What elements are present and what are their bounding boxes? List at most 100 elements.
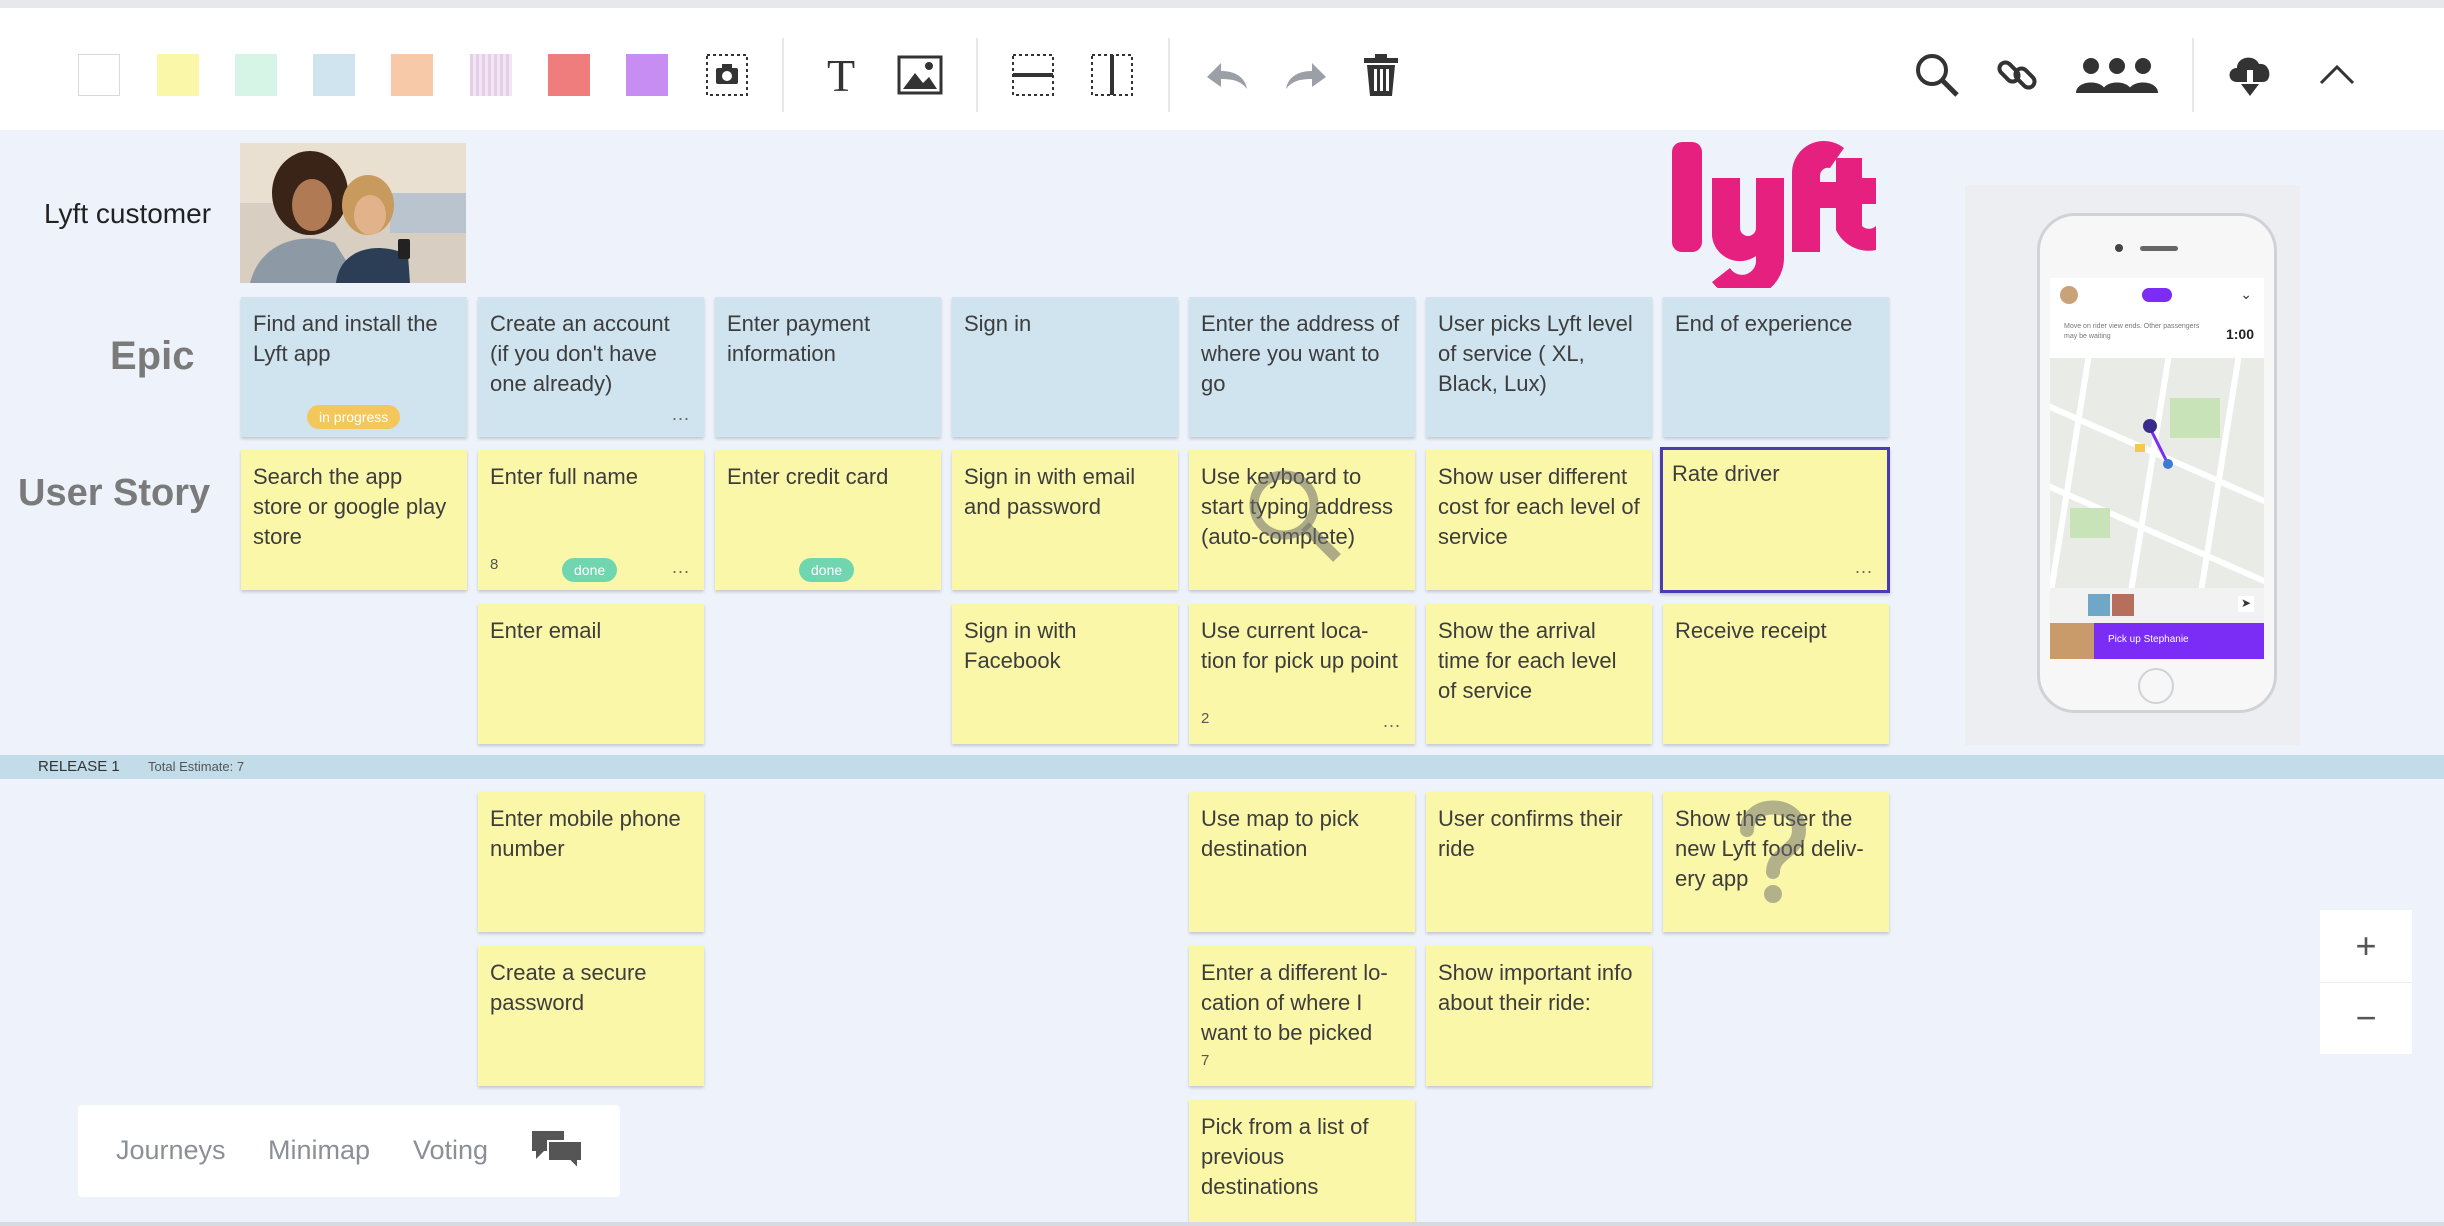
swatch-white[interactable] <box>78 54 120 96</box>
swatch-lilac[interactable] <box>470 54 512 96</box>
avatar <box>2112 594 2134 616</box>
story-card[interactable]: Enter email <box>478 604 704 744</box>
story-card[interactable]: Use keyboard to start typing address (au… <box>1189 450 1415 590</box>
collapse-icon[interactable] <box>2310 48 2364 102</box>
more-icon[interactable]: ... <box>672 399 690 429</box>
search-icon[interactable] <box>1910 48 1964 102</box>
phone-screen: ⌄ Move on rider view ends. Other passeng… <box>2050 278 2264 659</box>
card-text: End of experience <box>1675 311 1853 336</box>
story-card-selected[interactable]: Rate driver ... <box>1660 447 1890 593</box>
epic-card[interactable]: End of experience <box>1663 297 1889 437</box>
horizontal-divider-icon[interactable] <box>1006 48 1060 102</box>
phone-mockup: ⌄ Move on rider view ends. Other passeng… <box>1965 185 2300 745</box>
app-header: ⌄ <box>2050 278 2264 313</box>
card-text: Sign in with Facebook <box>964 618 1077 673</box>
map-controls: ➤ <box>2050 588 2264 623</box>
card-text: Search the app store or google play stor… <box>253 464 447 549</box>
avatar <box>2050 623 2094 659</box>
vertical-divider-icon[interactable] <box>1085 48 1139 102</box>
story-card[interactable]: Receive receipt <box>1663 604 1889 744</box>
swatch-mint[interactable] <box>235 54 277 96</box>
story-card[interactable]: Use current loca-tion for pick up point … <box>1189 604 1415 744</box>
camera-icon[interactable] <box>700 48 754 102</box>
release-divider[interactable]: RELEASE 1 Total Estimate: 7 <box>0 755 2444 779</box>
story-card[interactable]: Sign in with Facebook <box>952 604 1178 744</box>
story-card[interactable]: Search the app store or google play stor… <box>241 450 467 590</box>
swatch-blue[interactable] <box>313 54 355 96</box>
swatch-orange[interactable] <box>391 54 433 96</box>
more-icon[interactable]: ... <box>1855 552 1873 582</box>
redo-icon[interactable] <box>1279 48 1333 102</box>
story-card[interactable]: Enter a different lo-cation of where I w… <box>1189 946 1415 1086</box>
toolbar-separator <box>976 38 978 112</box>
tab-voting[interactable]: Voting <box>413 1135 488 1166</box>
users-icon[interactable] <box>2072 48 2162 102</box>
card-text: Pick from a list of previous destination… <box>1201 1114 1369 1199</box>
swatch-purple[interactable] <box>626 54 668 96</box>
avatar <box>2060 286 2078 304</box>
phone-speaker <box>2140 246 2178 251</box>
story-card[interactable]: Show the user the new Lyft food deliv-er… <box>1663 792 1889 932</box>
tab-minimap[interactable]: Minimap <box>268 1135 370 1166</box>
status-badge: done <box>799 558 855 582</box>
zoom-out-button[interactable]: − <box>2320 982 2412 1054</box>
swatch-yellow[interactable] <box>157 54 199 96</box>
epic-card[interactable]: User picks Lyft level of service ( XL, B… <box>1426 297 1652 437</box>
epic-card[interactable]: Find and install the Lyft app in progres… <box>241 297 467 437</box>
story-card[interactable]: User confirms their ride <box>1426 792 1652 932</box>
status-badge: in progress <box>307 405 401 429</box>
card-text: Show important info about their ride: <box>1438 960 1633 1015</box>
story-card[interactable]: Show important info about their ride: <box>1426 946 1652 1086</box>
chat-icon[interactable] <box>530 1127 584 1174</box>
phone-frame: ⌄ Move on rider view ends. Other passeng… <box>2037 213 2277 713</box>
story-card[interactable]: Enter full name 8 done ... <box>478 450 704 590</box>
text-tool-glyph: T <box>826 49 856 101</box>
more-icon[interactable]: ... <box>672 552 690 582</box>
persona-label: Lyft customer <box>44 198 212 229</box>
card-text: Use current loca-tion for pick up point <box>1201 618 1398 673</box>
pickup-label: Pick up Stephanie <box>2108 634 2189 645</box>
card-text: Receive receipt <box>1675 618 1827 643</box>
card-text: Create an account (if you don't have one… <box>490 311 670 396</box>
epic-card[interactable]: Sign in <box>952 297 1178 437</box>
image-icon[interactable] <box>893 48 947 102</box>
card-text: User confirms their ride <box>1438 806 1623 861</box>
story-card[interactable]: Sign in with email and password <box>952 450 1178 590</box>
bottom-panel: Journeys Minimap Voting <box>78 1105 620 1197</box>
toolbar-separator <box>2192 38 2194 112</box>
release-estimate: Total Estimate: 7 <box>148 759 245 774</box>
card-text: Enter credit card <box>727 464 889 489</box>
text-icon[interactable]: T <box>814 48 868 102</box>
card-text: Sign in <box>964 311 1032 336</box>
cloud-download-icon[interactable] <box>2223 48 2277 102</box>
story-card[interactable]: Pick from a list of previous destination… <box>1189 1100 1415 1226</box>
story-card[interactable]: Enter credit card done <box>715 450 941 590</box>
story-card[interactable]: Create a secure password <box>478 946 704 1086</box>
locate-icon: ➤ <box>2238 596 2254 612</box>
story-card[interactable]: Show the arrival time for each level of … <box>1426 604 1652 744</box>
epic-card[interactable]: Create an account (if you don't have one… <box>478 297 704 437</box>
card-text: Sign in with email and password <box>964 464 1136 519</box>
status-badge: done <box>562 558 618 582</box>
zoom-in-button[interactable]: + <box>2320 910 2412 983</box>
story-card[interactable]: Enter mobile phone number <box>478 792 704 932</box>
card-text: Rate driver <box>1672 461 1780 486</box>
lyft-logo: lyft <box>1668 138 1878 298</box>
story-card[interactable]: Use map to pick destination <box>1189 792 1415 932</box>
epic-card[interactable]: Enter the address of where you want to g… <box>1189 297 1415 437</box>
home-button <box>2138 668 2174 704</box>
card-text: Enter payment information <box>727 311 871 366</box>
swatch-red[interactable] <box>548 54 590 96</box>
card-text: Create a secure password <box>490 960 647 1015</box>
undo-icon[interactable] <box>1200 48 1254 102</box>
link-icon[interactable] <box>1990 48 2044 102</box>
tab-journeys[interactable]: Journeys <box>116 1135 226 1166</box>
epic-card[interactable]: Enter payment information <box>715 297 941 437</box>
trash-icon[interactable] <box>1354 48 1408 102</box>
story-card[interactable]: Show user different cost for each level … <box>1426 450 1652 590</box>
estimate-number: 2 <box>1201 710 1210 727</box>
question-overlay-icon <box>1740 800 1807 903</box>
eta-banner: Move on rider view ends. Other passenger… <box>2050 312 2264 358</box>
pickup-bar: Pick up Stephanie <box>2050 623 2264 659</box>
more-icon[interactable]: ... <box>1383 706 1401 736</box>
